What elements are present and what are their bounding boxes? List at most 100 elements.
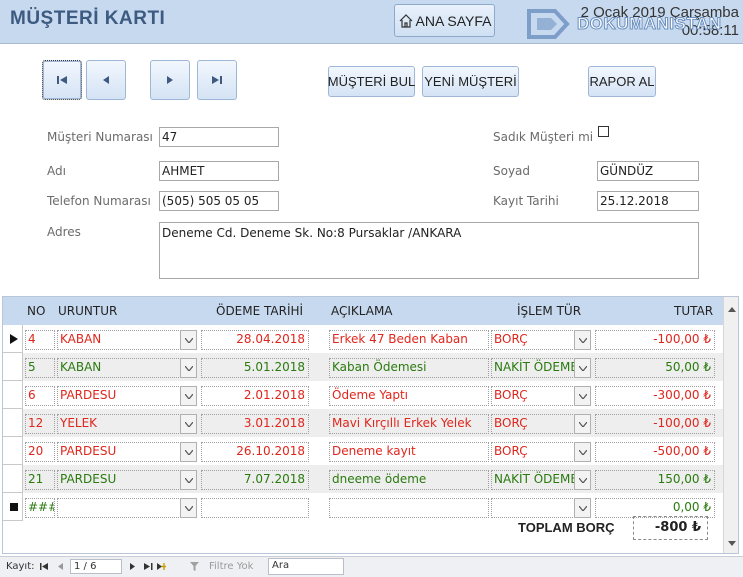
cell-no[interactable]: 21	[25, 470, 55, 490]
table-row[interactable]: 21 PARDESU 7.07.2018 dneeme ödeme NAKİT ÖDEM…	[3, 465, 723, 493]
cell-no[interactable]: 5	[25, 358, 55, 378]
cell-no[interactable]: ###	[25, 498, 55, 518]
phone-field[interactable]: (505) 505 05 05	[159, 191, 279, 211]
grid-vertical-scrollbar[interactable]	[723, 297, 738, 553]
col-header-no[interactable]: NO	[27, 304, 45, 318]
cell-transaction-type[interactable]: NAKİT ÖDEME	[491, 358, 577, 378]
type-dropdown-button[interactable]	[574, 442, 591, 462]
filter-status[interactable]: Filtre Yok	[209, 561, 253, 572]
row-selector[interactable]	[3, 381, 23, 409]
cell-no[interactable]: 4	[25, 330, 55, 350]
cell-description[interactable]: Deneme kayıt	[329, 442, 489, 462]
row-selector[interactable]	[3, 409, 23, 437]
nav-last-icon[interactable]	[144, 562, 153, 571]
table-row[interactable]: 20 PARDESU 26.10.2018 Deneme kayıt BORÇ -500,…	[3, 437, 723, 465]
cell-transaction-type[interactable]: BORÇ	[491, 386, 577, 406]
scroll-down-icon[interactable]	[727, 540, 737, 548]
find-customer-button[interactable]: MÜŞTERİ BUL	[328, 66, 415, 97]
nav-next-icon[interactable]	[128, 562, 137, 571]
product-dropdown-button[interactable]	[180, 330, 197, 350]
first-record-button[interactable]	[42, 60, 82, 100]
col-header-transaction-type[interactable]: İŞLEM TÜR	[517, 304, 581, 318]
address-field[interactable]: Deneme Cd. Deneme Sk. No:8 Pursaklar /AN…	[159, 222, 699, 279]
row-selector[interactable]	[3, 437, 23, 465]
cell-payment-date[interactable]	[201, 498, 309, 518]
nav-first-icon[interactable]	[40, 562, 49, 571]
name-field[interactable]: AHMET	[159, 161, 279, 181]
type-dropdown-button[interactable]	[574, 330, 591, 350]
cell-payment-date[interactable]: 2.01.2018	[201, 386, 309, 406]
cell-amount[interactable]: 150,00 ₺	[595, 470, 715, 490]
last-record-button[interactable]	[197, 60, 237, 100]
cell-transaction-type[interactable]: BORÇ	[491, 414, 577, 434]
cell-transaction-type[interactable]	[491, 498, 577, 518]
row-selector[interactable]	[3, 325, 23, 353]
nav-new-record-icon[interactable]	[157, 562, 166, 571]
cell-product[interactable]: PARDESU	[57, 470, 183, 490]
table-row[interactable]: 6 PARDESU 2.01.2018 Ödeme Yaptı BORÇ -300,00 …	[3, 381, 723, 409]
cell-description[interactable]: Mavi Kırçıllı Erkek Yelek	[329, 414, 489, 434]
row-selector[interactable]	[3, 493, 23, 521]
cell-amount[interactable]: 0,00 ₺	[595, 498, 715, 518]
cell-amount[interactable]: -300,00 ₺	[595, 386, 715, 406]
report-button[interactable]: RAPOR AL	[588, 66, 656, 97]
cell-no[interactable]: 12	[25, 414, 55, 434]
customer-no-field[interactable]: 47	[159, 127, 279, 147]
cell-payment-date[interactable]: 5.01.2018	[201, 358, 309, 378]
product-dropdown-button[interactable]	[180, 498, 197, 518]
home-button[interactable]: ANA SAYFA	[394, 4, 495, 37]
product-dropdown-button[interactable]	[180, 414, 197, 434]
cell-payment-date[interactable]: 28.04.2018	[201, 330, 309, 350]
registration-date-field[interactable]: 25.12.2018	[597, 191, 699, 211]
cell-amount[interactable]: -100,00 ₺	[595, 330, 715, 350]
type-dropdown-button[interactable]	[574, 414, 591, 434]
col-header-payment-date[interactable]: ÖDEME TARİHİ	[216, 304, 303, 318]
cell-description[interactable]: dneeme ödeme	[329, 470, 489, 490]
row-selector[interactable]	[3, 353, 23, 381]
cell-description[interactable]: Erkek 47 Beden Kaban	[329, 330, 489, 350]
cell-payment-date[interactable]: 3.01.2018	[201, 414, 309, 434]
type-dropdown-button[interactable]	[574, 386, 591, 406]
table-row[interactable]: 4 KABAN 28.04.2018 Erkek 47 Beden Kaban BORÇ…	[3, 325, 723, 353]
cell-description[interactable]: Ödeme Yaptı	[329, 386, 489, 406]
table-row[interactable]: 12 YELEK 3.01.2018 Mavi Kırçıllı Erkek Yele…	[3, 409, 723, 437]
new-record-row[interactable]: ### 0,00 ₺	[3, 493, 723, 521]
table-row[interactable]: 5 KABAN 5.01.2018 Kaban Ödemesi NAKİT ÖDEME 5…	[3, 353, 723, 381]
nav-prev-icon[interactable]	[56, 562, 65, 571]
type-dropdown-button[interactable]	[574, 358, 591, 378]
cell-amount[interactable]: -100,00 ₺	[595, 414, 715, 434]
product-dropdown-button[interactable]	[180, 470, 197, 490]
col-header-product[interactable]: URUNTUR	[58, 304, 117, 318]
cell-transaction-type[interactable]: NAKİT ÖDEME	[491, 470, 577, 490]
product-dropdown-button[interactable]	[180, 358, 197, 378]
cell-amount[interactable]: -500,00 ₺	[595, 442, 715, 462]
cell-product[interactable]: YELEK	[57, 414, 183, 434]
cell-description[interactable]	[329, 498, 489, 518]
type-dropdown-button[interactable]	[574, 470, 591, 490]
next-record-button[interactable]	[150, 60, 190, 100]
previous-record-button[interactable]	[86, 60, 126, 100]
cell-product[interactable]	[57, 498, 183, 518]
cell-product[interactable]: KABAN	[57, 358, 183, 378]
cell-no[interactable]: 20	[25, 442, 55, 462]
cell-product[interactable]: PARDESU	[57, 442, 183, 462]
surname-field[interactable]: GÜNDÜZ	[597, 161, 699, 181]
cell-payment-date[interactable]: 7.07.2018	[201, 470, 309, 490]
cell-product[interactable]: KABAN	[57, 330, 183, 350]
cell-product[interactable]: PARDESU	[57, 386, 183, 406]
type-dropdown-button[interactable]	[574, 498, 591, 518]
cell-no[interactable]: 6	[25, 386, 55, 406]
scroll-up-icon[interactable]	[727, 305, 737, 313]
loyal-customer-checkbox[interactable]	[598, 126, 609, 137]
product-dropdown-button[interactable]	[180, 442, 197, 462]
search-field[interactable]: Ara	[268, 558, 344, 575]
cell-payment-date[interactable]: 26.10.2018	[201, 442, 309, 462]
col-header-description[interactable]: AÇIKLAMA	[331, 304, 393, 318]
cell-transaction-type[interactable]: BORÇ	[491, 442, 577, 462]
cell-description[interactable]: Kaban Ödemesi	[329, 358, 489, 378]
new-customer-button[interactable]: YENİ MÜŞTERİ	[422, 66, 519, 97]
col-header-amount[interactable]: TUTAR	[674, 304, 713, 318]
product-dropdown-button[interactable]	[180, 386, 197, 406]
record-position-field[interactable]: 1 / 6	[70, 559, 122, 574]
cell-amount[interactable]: 50,00 ₺	[595, 358, 715, 378]
